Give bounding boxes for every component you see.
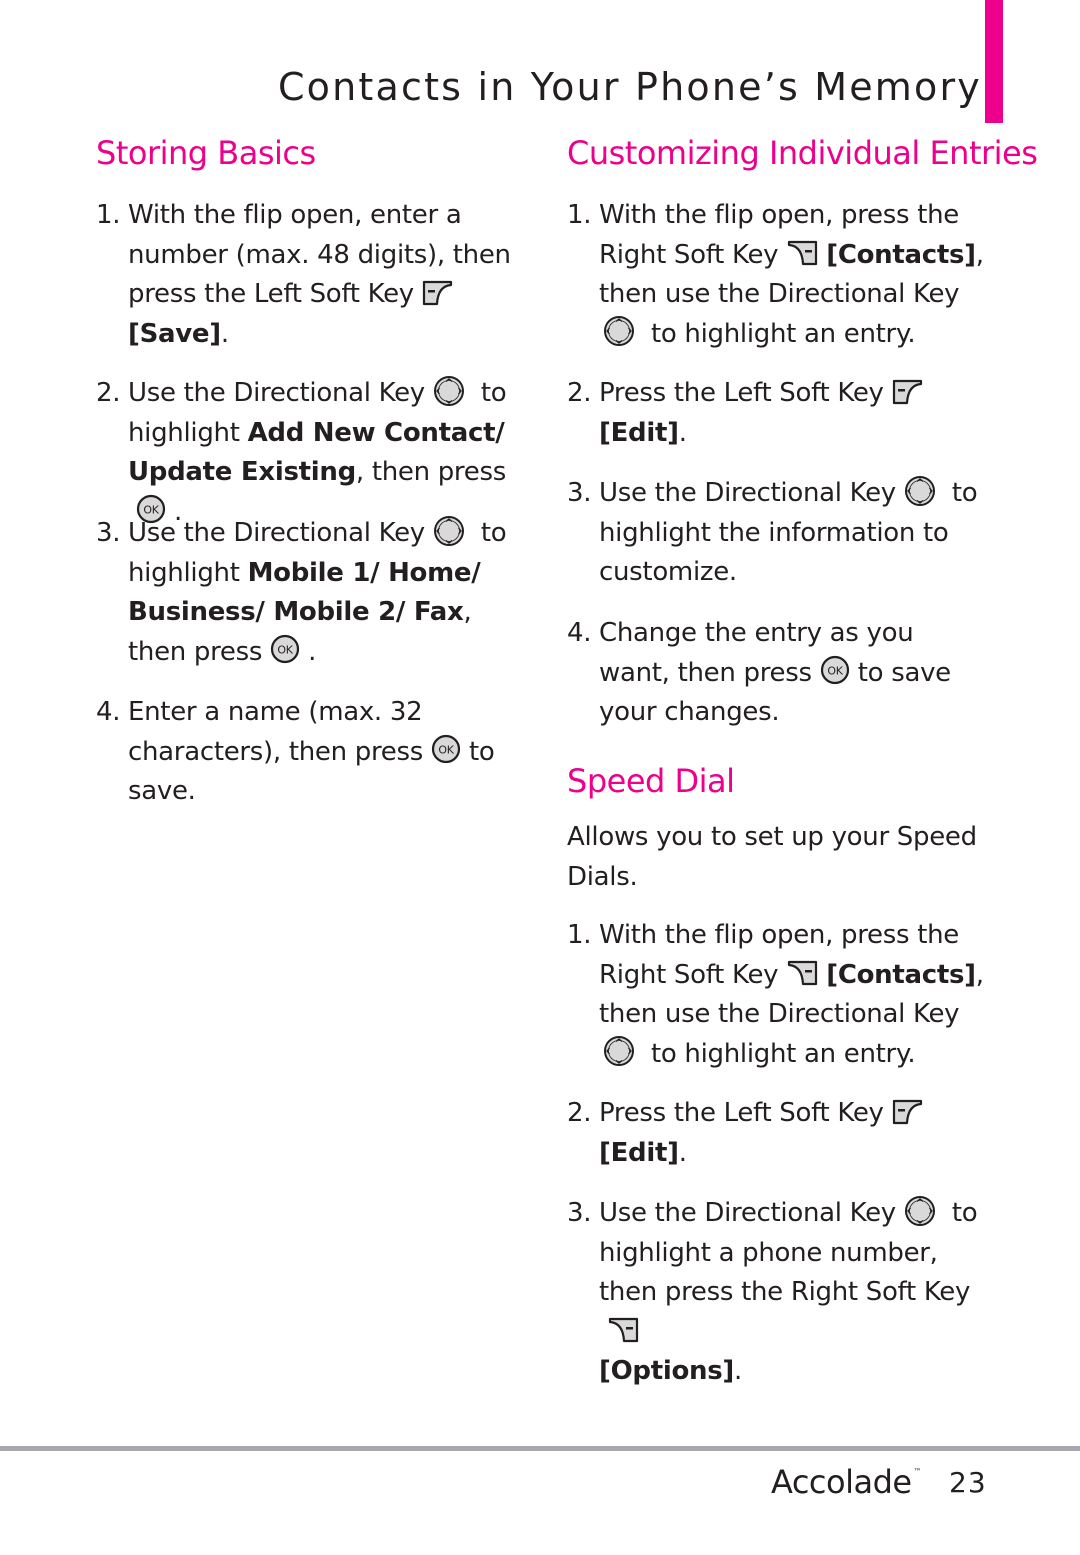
list-item: 3. Use the Directional Key to highlight … (567, 474, 987, 593)
directional-key-icon (603, 1035, 635, 1067)
brand-name: Accolade (771, 1463, 912, 1501)
speed-dial-intro: Allows you to set up your Speed Dials. (567, 822, 977, 892)
directional-key-icon (904, 1195, 936, 1227)
section-tab-marker (985, 0, 1003, 123)
step-number: 2. (567, 378, 592, 408)
step-number: 1. (96, 200, 121, 230)
list-item: 2. Press the Left Soft Key [Edit]. (567, 374, 987, 453)
trademark-symbol: ™ (913, 1467, 922, 1476)
step-text: Use the Directional Key (599, 478, 896, 508)
step-text-end: . (220, 318, 229, 349)
step-text: Use the Directional Key (128, 378, 425, 408)
section-heading-storing-basics: Storing Basics (96, 134, 316, 172)
step-text: to highlight an entry. (650, 1038, 916, 1069)
ok-key-icon: OK (270, 634, 300, 664)
directional-key-icon (433, 375, 465, 407)
step-text-end: . (733, 1356, 742, 1386)
right-soft-key-icon (607, 1315, 639, 1343)
right-soft-key-icon (786, 238, 818, 266)
step-text-end: . (678, 1137, 687, 1168)
brand-logo: Accolade ™ (771, 1463, 922, 1501)
step-number: 1. (567, 200, 592, 230)
directional-key-icon (904, 475, 936, 507)
list-item: 2. Press the Left Soft Key [Edit]. (567, 1094, 987, 1173)
step-text-end: . (678, 417, 687, 448)
softkey-label: [Edit] (599, 1137, 679, 1168)
svg-text:OK: OK (277, 644, 293, 657)
softkey-label: [Contacts] (826, 239, 976, 270)
directional-key-icon (603, 315, 635, 347)
step-number: 4. (567, 618, 592, 648)
step-text: Use the Directional Key (128, 518, 425, 548)
step-text: Use the Directional Key (599, 1198, 896, 1228)
step-text: Enter a name (max. 32 characters), then … (128, 697, 423, 767)
page-title: Contacts in Your Phone’s Memory (277, 65, 982, 110)
step-text-end: . (308, 636, 317, 667)
softkey-label: [Save] (128, 318, 221, 349)
list-item: 3. Use the Directional Key to highlight … (567, 1194, 987, 1392)
left-soft-key-icon (892, 1097, 924, 1125)
step-number: 2. (567, 1098, 592, 1128)
section-heading-customizing: Customizing Individual Entries (567, 134, 1038, 172)
ok-key-icon: OK (820, 655, 850, 685)
left-soft-key-icon (422, 278, 454, 306)
step-number: 3. (567, 1198, 592, 1228)
softkey-label: [Options] (599, 1356, 734, 1386)
svg-text:OK: OK (827, 665, 843, 678)
footer-divider (0, 1446, 1080, 1451)
page-number: 23 (949, 1466, 987, 1499)
left-soft-key-icon (892, 377, 924, 405)
softkey-label: [Contacts] (826, 959, 976, 990)
right-soft-key-icon (786, 958, 818, 986)
ok-key-icon: OK (431, 734, 461, 764)
svg-text:OK: OK (438, 744, 454, 757)
step-number: 4. (96, 697, 121, 727)
list-item: 2. Use the Directional Key to highlight … (96, 374, 516, 532)
step-text: , then press (355, 457, 506, 487)
list-item: 3. Use the Directional Key to highlight … (96, 514, 516, 672)
directional-key-icon (433, 515, 465, 547)
list-item: 4. Enter a name (max. 32 characters), th… (96, 693, 516, 812)
step-text: Press the Left Soft Key (599, 1098, 884, 1128)
step-number: 3. (567, 478, 592, 508)
section-heading-speed-dial: Speed Dial (567, 762, 735, 800)
list-item: 1. With the flip open, press the Right S… (567, 196, 987, 354)
list-item: 4. Change the entry as you want, then pr… (567, 614, 987, 733)
step-text: Press the Left Soft Key (599, 378, 884, 408)
step-number: 3. (96, 518, 121, 548)
step-text: to highlight an entry. (650, 318, 916, 349)
step-number: 2. (96, 378, 121, 408)
softkey-label: [Edit] (599, 417, 679, 448)
step-number: 1. (567, 920, 592, 950)
list-item: 1. With the flip open, enter a number (m… (96, 196, 516, 354)
list-item: 1. With the flip open, press the Right S… (567, 916, 987, 1074)
